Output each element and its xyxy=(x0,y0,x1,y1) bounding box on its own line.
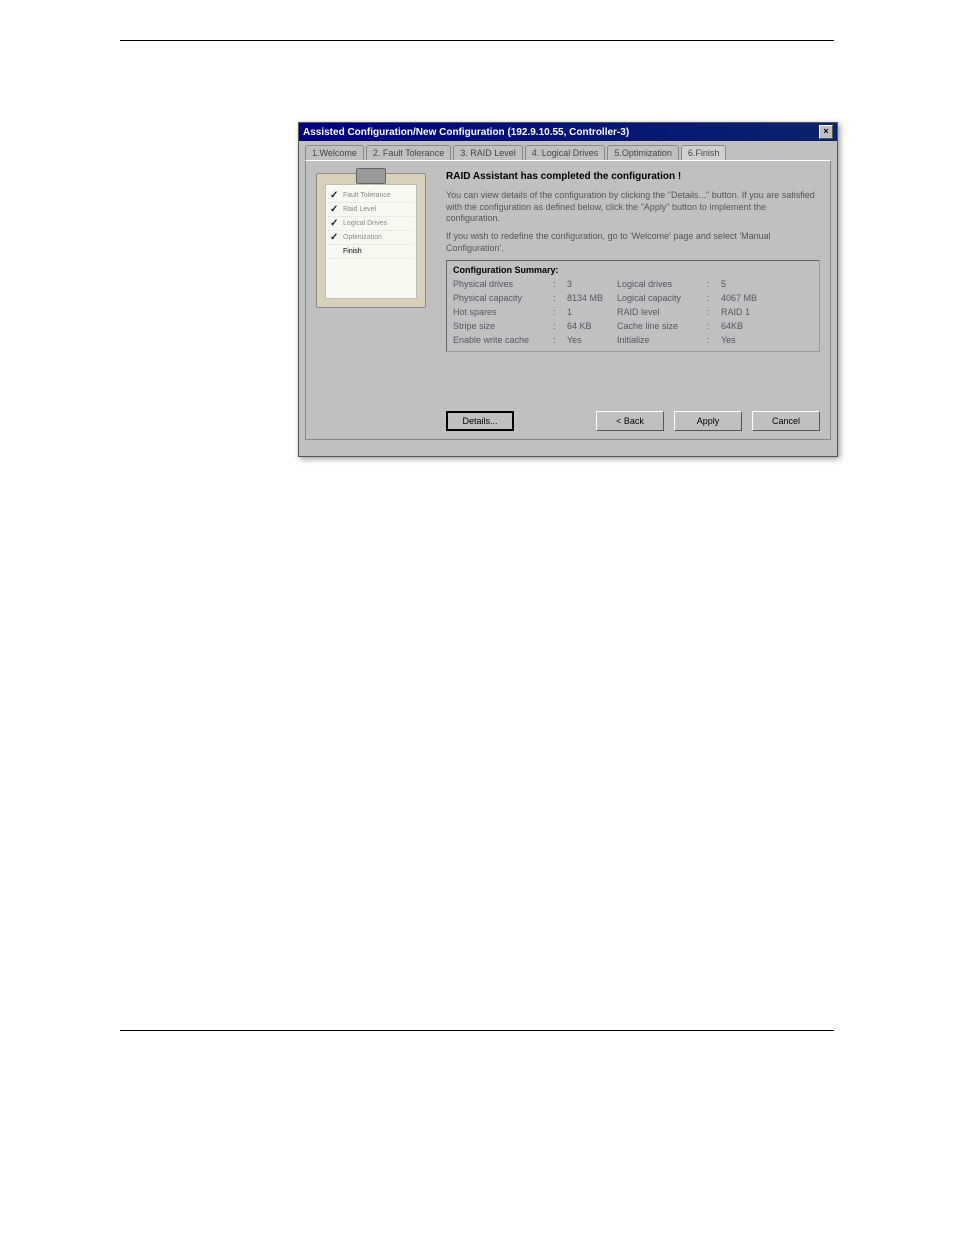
page-bottom-rule xyxy=(120,1030,834,1031)
step-label: Finish xyxy=(343,248,362,255)
summary-value: 64 KB xyxy=(567,321,617,331)
summary-grid: Physical drives:3 Logical drives:5 Physi… xyxy=(447,279,819,351)
summary-value: 8134 MB xyxy=(567,293,617,303)
page-top-rule xyxy=(120,40,834,41)
summary-value: Yes xyxy=(721,335,771,345)
step-label: Raid Level xyxy=(343,206,376,213)
summary-label: Physical drives xyxy=(453,279,553,289)
tab-welcome[interactable]: 1.Welcome xyxy=(305,145,364,160)
back-button[interactable]: < Back xyxy=(596,411,664,431)
tab-raid-level[interactable]: 3. RAID Level xyxy=(453,145,523,160)
step-logical-drives: ✓ Logical Drives xyxy=(328,217,414,231)
instructions-para-1: You can view details of the configuratio… xyxy=(446,190,820,225)
summary-label: Enable write cache xyxy=(453,335,553,345)
tab-panel: ✓ Fault Tolerance ✓ Raid Level ✓ Logical… xyxy=(305,160,831,440)
tab-strip: 1.Welcome 2. Fault Tolerance 3. RAID Lev… xyxy=(299,141,837,160)
summary-label: Cache line size xyxy=(617,321,707,331)
step-label: Optimization xyxy=(343,234,382,241)
clipboard-paper: ✓ Fault Tolerance ✓ Raid Level ✓ Logical… xyxy=(325,184,417,299)
step-label: Fault Tolerance xyxy=(343,192,391,199)
details-button[interactable]: Details... xyxy=(446,411,514,431)
clipboard-illustration: ✓ Fault Tolerance ✓ Raid Level ✓ Logical… xyxy=(316,173,426,308)
tab-logical-drives[interactable]: 4. Logical Drives xyxy=(525,145,606,160)
summary-value: RAID 1 xyxy=(721,307,771,317)
summary-value: 3 xyxy=(567,279,617,289)
summary-label: Logical drives xyxy=(617,279,707,289)
checkmark-icon: ✓ xyxy=(330,232,340,243)
window-title: Assisted Configuration/New Configuration… xyxy=(303,127,629,138)
step-fault-tolerance: ✓ Fault Tolerance xyxy=(328,189,414,203)
summary-title: Configuration Summary: xyxy=(447,261,819,279)
checkmark-icon: ✓ xyxy=(330,218,340,229)
titlebar: Assisted Configuration/New Configuration… xyxy=(299,123,837,141)
tab-fault-tolerance[interactable]: 2. Fault Tolerance xyxy=(366,145,451,160)
summary-value: 64KB xyxy=(721,321,771,331)
summary-label: Initialize xyxy=(617,335,707,345)
summary-value: 4067 MB xyxy=(721,293,771,303)
content-area: RAID Assistant has completed the configu… xyxy=(446,171,820,352)
checkmark-icon xyxy=(330,246,340,257)
summary-label: RAID level xyxy=(617,307,707,317)
step-finish: Finish xyxy=(328,245,414,259)
summary-label: Stripe size xyxy=(453,321,553,331)
tab-optimization[interactable]: 5.Optimization xyxy=(607,145,679,160)
dialog-window: Assisted Configuration/New Configuration… xyxy=(298,122,838,457)
configuration-summary-box: Configuration Summary: Physical drives:3… xyxy=(446,260,820,352)
summary-value: 1 xyxy=(567,307,617,317)
apply-button[interactable]: Apply xyxy=(674,411,742,431)
summary-value: Yes xyxy=(567,335,617,345)
step-label: Logical Drives xyxy=(343,220,387,227)
summary-label: Logical capacity xyxy=(617,293,707,303)
instructions-para-2: If you wish to redefine the configuratio… xyxy=(446,231,820,254)
step-optimization: ✓ Optimization xyxy=(328,231,414,245)
tab-finish[interactable]: 6.Finish xyxy=(681,145,727,160)
summary-value: 5 xyxy=(721,279,771,289)
completion-heading: RAID Assistant has completed the configu… xyxy=(446,171,820,182)
button-row: Details... < Back Apply Cancel xyxy=(446,411,820,431)
step-raid-level: ✓ Raid Level xyxy=(328,203,414,217)
cancel-button[interactable]: Cancel xyxy=(752,411,820,431)
checkmark-icon: ✓ xyxy=(330,190,340,201)
checkmark-icon: ✓ xyxy=(330,204,340,215)
summary-label: Hot spares xyxy=(453,307,553,317)
close-icon[interactable]: × xyxy=(819,125,833,139)
summary-label: Physical capacity xyxy=(453,293,553,303)
